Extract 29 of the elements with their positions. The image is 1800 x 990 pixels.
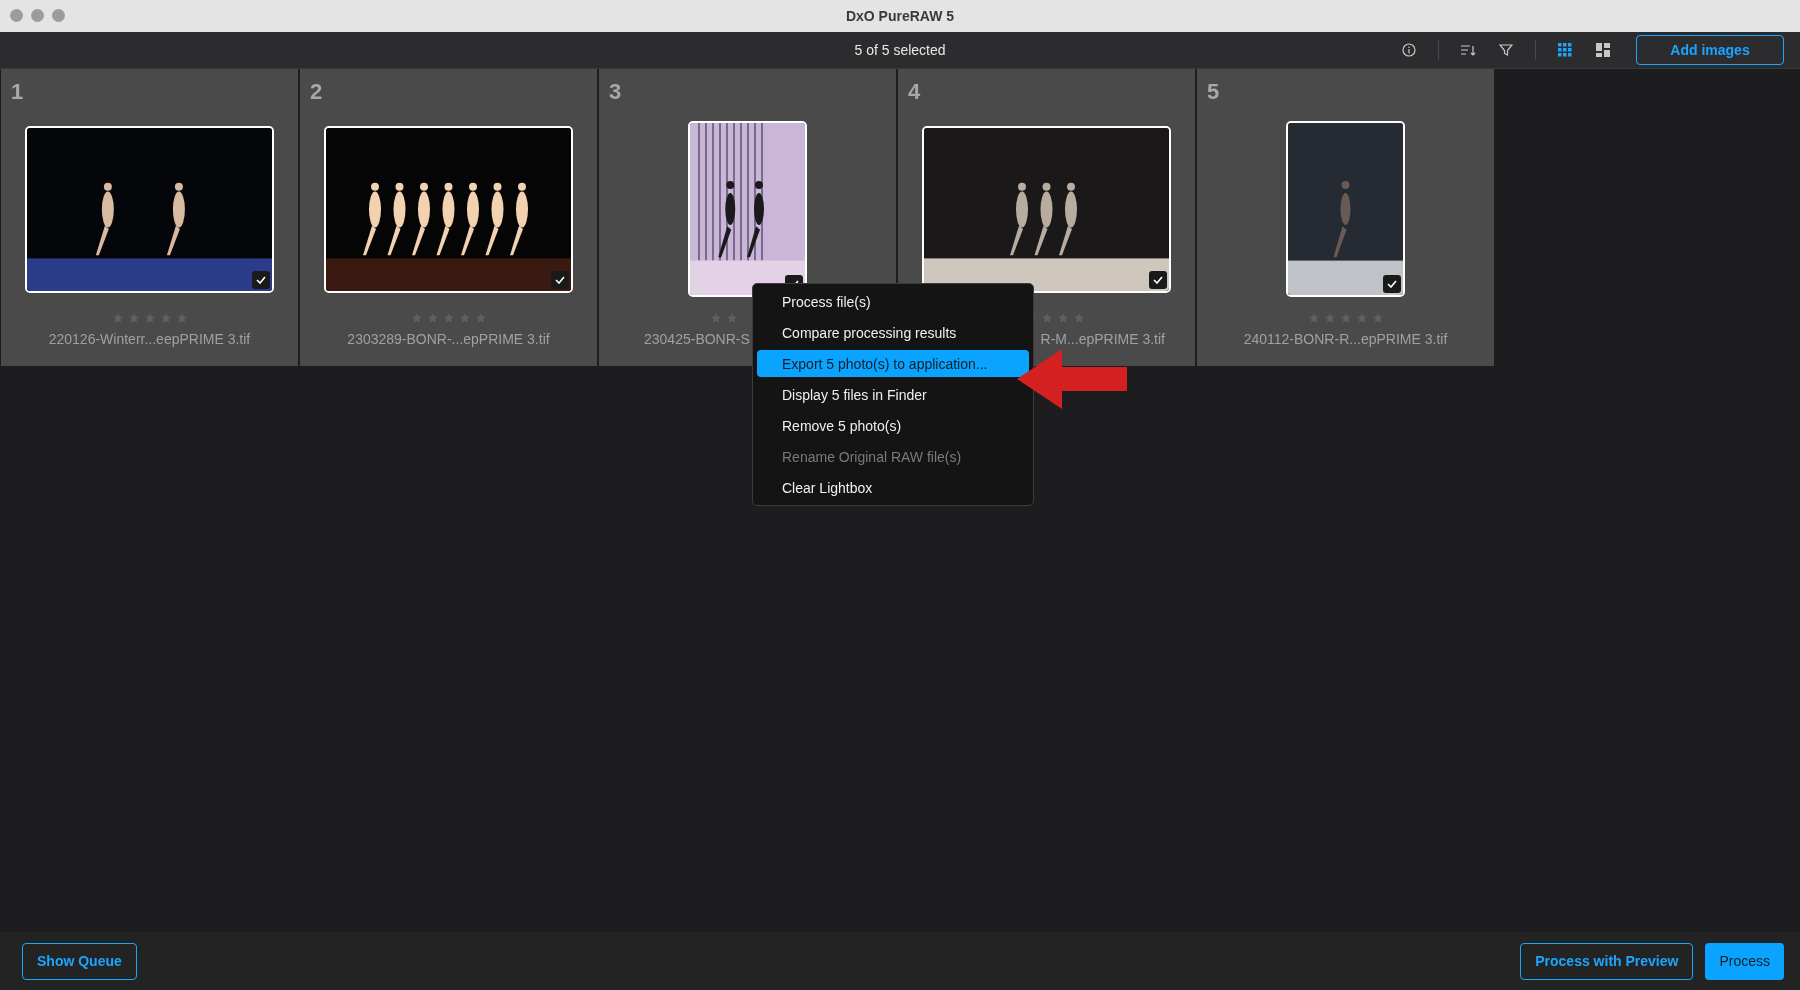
filter-icon[interactable] [1497, 41, 1515, 59]
tile-number: 3 [609, 79, 622, 105]
file-name: 240112-BONR-R...epPRIME 3.tif [1243, 331, 1448, 347]
file-name: R-M...epPRIME 3.tif [1040, 331, 1165, 347]
tile-number: 1 [11, 79, 24, 105]
file-name: 230425-BONR-S [644, 331, 750, 347]
grid-view-icon[interactable] [1556, 41, 1574, 59]
arrow-icon [1017, 349, 1127, 409]
selection-count: 5 of 5 selected [854, 42, 946, 58]
tile-number: 5 [1207, 79, 1220, 105]
menu-item[interactable]: Display 5 files in Finder [757, 381, 1029, 408]
tile-number: 4 [908, 79, 921, 105]
info-icon[interactable] [1400, 41, 1418, 59]
process-with-preview-button[interactable]: Process with Preview [1520, 942, 1694, 980]
tile-number: 2 [310, 79, 323, 105]
show-queue-button[interactable]: Show Queue [22, 942, 137, 980]
photo-tile[interactable]: 2 2303289-BONR-...epPRIME 3.tif [300, 69, 597, 366]
menu-item[interactable]: Remove 5 photo(s) [757, 412, 1029, 439]
process-button[interactable]: Process [1705, 942, 1784, 980]
photo-tile[interactable]: 5 240112-BONR-R...epPRIME 3.tif [1197, 69, 1494, 366]
file-name: 2303289-BONR-...epPRIME 3.tif [347, 331, 550, 347]
file-name: 220126-Winterr...eepPRIME 3.tif [48, 331, 251, 347]
menu-item[interactable]: Clear Lightbox [757, 474, 1029, 501]
menu-item[interactable]: Export 5 photo(s) to application... [757, 350, 1029, 377]
add-images-button[interactable]: Add images [1636, 35, 1784, 65]
photo-tile[interactable]: 1 220126-Winterr...eepPRIME 3.tif [1, 69, 298, 366]
mosaic-view-icon[interactable] [1594, 41, 1612, 59]
checkmark-icon[interactable] [1383, 275, 1401, 293]
window-title: DxO PureRAW 5 [845, 8, 955, 24]
